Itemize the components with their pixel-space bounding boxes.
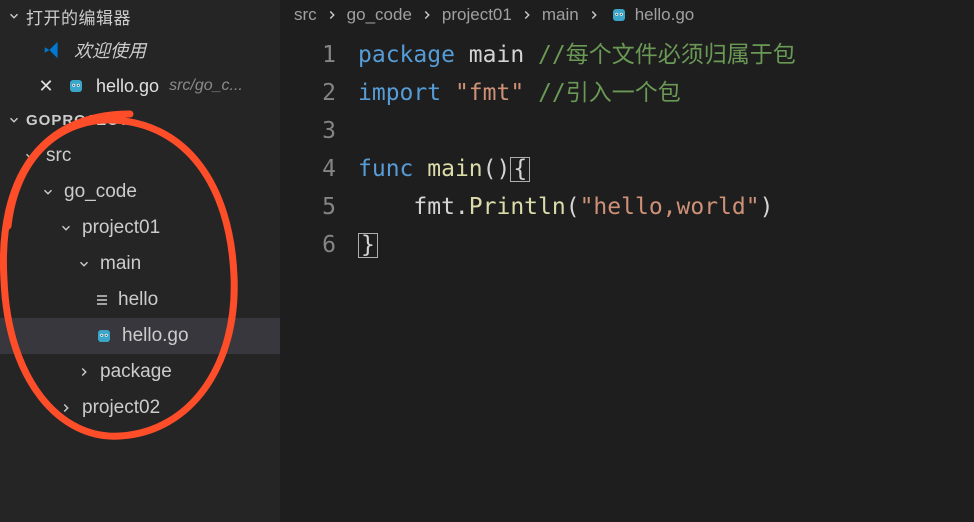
breadcrumb-item[interactable]: src — [294, 5, 317, 25]
tree-item-package[interactable]: package — [0, 354, 280, 390]
go-file-icon — [94, 326, 114, 346]
chevron-down-icon — [22, 148, 38, 164]
chevron-down-icon — [6, 112, 22, 128]
welcome-tab[interactable]: 欢迎使用 — [0, 32, 280, 68]
code-content[interactable]: package main //每个文件必须归属于包import "fmt" //… — [358, 36, 974, 264]
line-number: 4 — [280, 150, 336, 188]
tree-item-label: hello.go — [122, 325, 189, 347]
open-file-name: hello.go — [96, 76, 159, 97]
chevron-right-icon — [325, 8, 339, 22]
welcome-label: 欢迎使用 — [74, 37, 146, 63]
tree-item-label: hello — [118, 289, 158, 311]
code-line[interactable]: } — [358, 226, 974, 264]
project-header[interactable]: GOPROJECT — [0, 104, 280, 136]
tree-item-go_code[interactable]: go_code — [0, 174, 280, 210]
code-line[interactable]: func main(){ — [358, 150, 974, 188]
tree-item-project01[interactable]: project01 — [0, 210, 280, 246]
breadcrumbs[interactable]: src go_code project01 main hello.go — [280, 0, 974, 30]
chevron-down-icon — [6, 8, 22, 24]
code-line[interactable]: fmt.Println("hello,world") — [358, 188, 974, 226]
chevron-right-icon — [587, 8, 601, 22]
breadcrumb-item[interactable]: project01 — [442, 5, 512, 25]
chevron-down-icon — [40, 184, 56, 200]
line-number: 2 — [280, 74, 336, 112]
tree-item-hello[interactable]: hello — [0, 282, 280, 318]
line-number: 6 — [280, 226, 336, 264]
file-tree: src go_code project01 main hello hello.go pack… — [0, 136, 280, 426]
chevron-right-icon — [76, 364, 92, 380]
breadcrumb-item[interactable]: main — [542, 5, 579, 25]
tree-item-label: project01 — [82, 217, 160, 239]
tree-item-hello-go[interactable]: hello.go — [0, 318, 280, 354]
tree-item-label: main — [100, 253, 141, 275]
chevron-down-icon — [58, 220, 74, 236]
tree-item-label: go_code — [64, 181, 137, 203]
close-icon[interactable]: ✕ — [36, 76, 56, 97]
breadcrumb-item[interactable]: hello.go — [635, 5, 695, 25]
chevron-right-icon — [520, 8, 534, 22]
open-editors-label: 打开的编辑器 — [26, 4, 131, 29]
code-line[interactable]: package main //每个文件必须归属于包 — [358, 36, 974, 74]
tree-item-label: project02 — [82, 397, 160, 419]
line-number: 3 — [280, 112, 336, 150]
chevron-right-icon — [58, 400, 74, 416]
line-number: 1 — [280, 36, 336, 74]
sidebar: 打开的编辑器 欢迎使用 ✕ hello.go src/go_c... GOPRO… — [0, 0, 280, 522]
code-editor[interactable]: 123456 package main //每个文件必须归属于包import "… — [280, 30, 974, 264]
editor-area: src go_code project01 main hello.go 123456 p… — [280, 0, 974, 522]
project-label: GOPROJECT — [26, 112, 129, 129]
tree-item-src[interactable]: src — [0, 138, 280, 174]
code-line[interactable]: import "fmt" //引入一个包 — [358, 74, 974, 112]
open-editors-header[interactable]: 打开的编辑器 — [0, 0, 280, 32]
go-file-icon — [66, 76, 86, 96]
go-file-icon — [609, 5, 629, 25]
tree-item-label: package — [100, 361, 172, 383]
open-file-tab[interactable]: ✕ hello.go src/go_c... — [0, 68, 280, 104]
file-text-icon — [94, 292, 110, 308]
code-line[interactable] — [358, 112, 974, 150]
vscode-icon — [42, 39, 64, 61]
open-file-path: src/go_c... — [169, 77, 243, 95]
line-gutter: 123456 — [280, 36, 358, 264]
line-number: 5 — [280, 188, 336, 226]
chevron-down-icon — [76, 256, 92, 272]
breadcrumb-item[interactable]: go_code — [347, 5, 412, 25]
chevron-right-icon — [420, 8, 434, 22]
tree-item-label: src — [46, 145, 71, 167]
tree-item-main[interactable]: main — [0, 246, 280, 282]
tree-item-project02[interactable]: project02 — [0, 390, 280, 426]
